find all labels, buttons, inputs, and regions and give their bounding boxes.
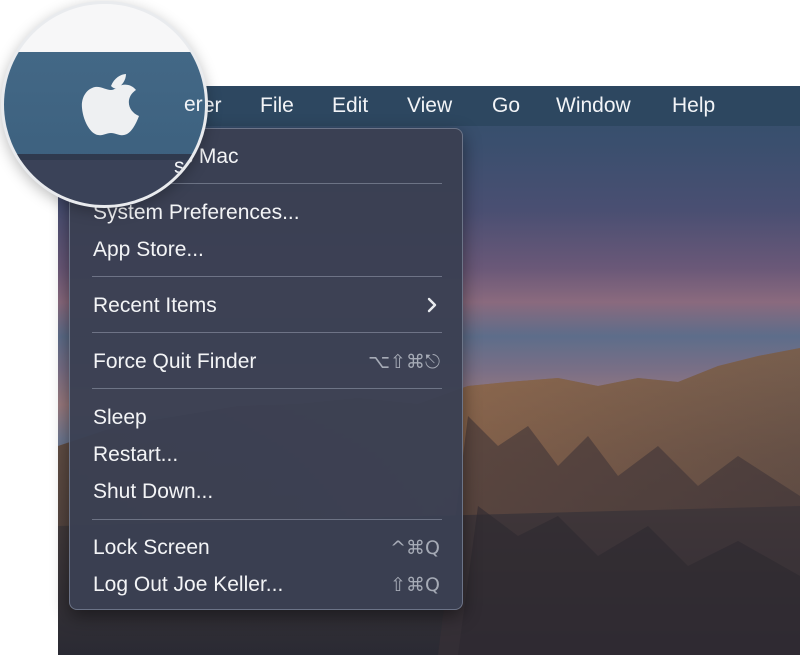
- magnifier-callout: er s Mac: [1, 1, 208, 208]
- menu-item-label: Shut Down...: [93, 480, 214, 503]
- magnified-menubar-text: er: [184, 93, 203, 116]
- menu-separator: [92, 519, 442, 520]
- menu-separator: [92, 276, 442, 277]
- menu-item-force-quit[interactable]: Force Quit Finder ⌥⇧⌘⎋: [70, 343, 462, 379]
- keyboard-shortcut: ⇧⌘Q: [390, 574, 440, 596]
- menu-item-label: App Store...: [93, 238, 204, 261]
- keyboard-shortcut: ⌥⇧⌘⎋: [368, 351, 440, 373]
- menu-item-log-out[interactable]: Log Out Joe Keller... ⇧⌘Q: [70, 566, 462, 602]
- apple-logo-icon[interactable]: [80, 68, 142, 138]
- menu-item-label: Lock Screen: [93, 536, 210, 559]
- menu-item-shut-down[interactable]: Shut Down...: [70, 473, 462, 509]
- menu-item-app-store[interactable]: App Store...: [70, 231, 462, 267]
- magnifier-background: [4, 4, 205, 52]
- menu-item-restart[interactable]: Restart...: [70, 436, 462, 472]
- menu-item-lock-screen[interactable]: Lock Screen ^⌘Q: [70, 529, 462, 565]
- menu-item-label: Log Out Joe Keller...: [93, 573, 284, 596]
- menu-item-label: Restart...: [93, 443, 179, 466]
- keyboard-shortcut: ^⌘Q: [390, 537, 440, 559]
- magnified-menu-text: s Mac: [174, 155, 205, 204]
- menu-item-label: Force Quit Finder: [93, 350, 257, 373]
- chevron-right-icon: [427, 297, 437, 313]
- menubar-item-window[interactable]: Window: [556, 93, 631, 119]
- menu-separator: [92, 388, 442, 389]
- menu-item-label: Sleep: [93, 406, 147, 429]
- menubar-item-edit[interactable]: Edit: [332, 93, 368, 119]
- menubar-item-help[interactable]: Help: [672, 93, 715, 119]
- menu-item-recent-items[interactable]: Recent Items: [70, 287, 462, 323]
- menubar-item-view[interactable]: View: [407, 93, 452, 119]
- menu-separator: [92, 332, 442, 333]
- screenshot-canvas: Finder File Edit View Go Window Help Abo…: [0, 0, 800, 655]
- menubar-item-file[interactable]: File: [260, 93, 294, 119]
- menubar-item-go[interactable]: Go: [492, 93, 520, 119]
- menu-item-label: Recent Items: [93, 294, 217, 317]
- menu-item-sleep[interactable]: Sleep: [70, 399, 462, 435]
